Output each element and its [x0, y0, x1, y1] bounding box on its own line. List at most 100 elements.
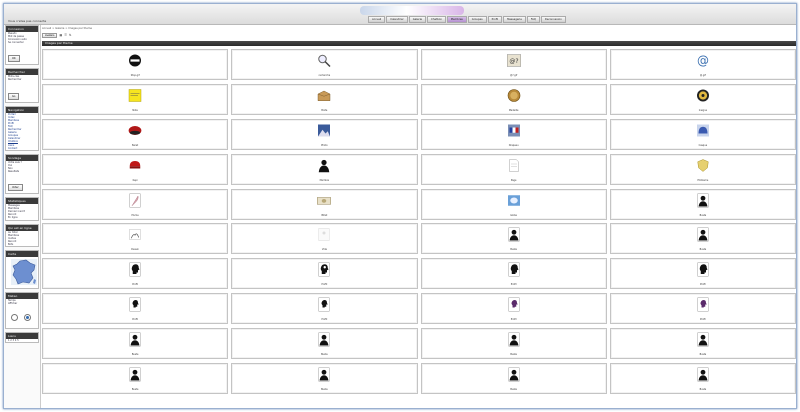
bust-icon[interactable] [128, 367, 143, 382]
gallery-item[interactable]: Profil [42, 293, 229, 325]
red-beret-icon[interactable] [128, 123, 143, 138]
grid-view-icon[interactable]: ▦ [59, 34, 62, 37]
gallery-item[interactable]: Globe [420, 188, 607, 220]
nav-tab-profil[interactable]: Profil [487, 16, 503, 23]
category-select[interactable]: Avatars [42, 33, 58, 39]
gallery-item[interactable]: Profil [420, 258, 607, 290]
gallery-item[interactable]: Profil [609, 258, 796, 290]
gallery-item[interactable]: recherche [231, 49, 418, 80]
nav-tab-faq[interactable]: FAQ [526, 16, 540, 23]
france-map[interactable] [11, 259, 37, 285]
bust-icon[interactable] [128, 332, 143, 347]
gallery-item[interactable]: Embleme [609, 153, 796, 185]
nav-tab-groupes[interactable]: Groupes [467, 16, 487, 23]
bust-icon[interactable] [506, 227, 521, 242]
bust-icon[interactable] [317, 367, 332, 382]
gallery-item[interactable]: Vide [231, 223, 418, 255]
gallery-item[interactable]: Plume [42, 188, 229, 220]
sidebar-button[interactable]: OK [8, 55, 20, 63]
at-sign-icon[interactable]: @ [695, 53, 710, 68]
gallery-item[interactable]: Note [42, 83, 229, 115]
gallery-item[interactable]: Photo [231, 118, 418, 150]
nav-tab-calendrier[interactable]: Calendrier [386, 16, 408, 23]
gallery-item[interactable]: Kepi [42, 153, 229, 185]
head-small-icon[interactable] [317, 297, 332, 312]
bust-icon[interactable] [695, 367, 710, 382]
gallery-item[interactable]: Billet [231, 188, 418, 220]
gold-badge-icon[interactable] [695, 88, 710, 103]
gallery-item[interactable]: Boite [231, 83, 418, 115]
banknote-icon[interactable] [317, 193, 332, 208]
gallery-item[interactable]: Profil [231, 293, 418, 325]
sidebar-button[interactable]: Voter [8, 184, 23, 192]
gallery-item[interactable]: Buste [420, 223, 607, 255]
nav-tab-accueil[interactable]: Accueil [368, 16, 386, 23]
nav-tab-deconnexion[interactable]: Deconnexion [540, 16, 566, 23]
gallery-item[interactable]: Buste [609, 328, 796, 360]
head-profile-icon[interactable] [506, 262, 521, 277]
drawing-icon[interactable] [128, 227, 143, 242]
round-stop-icon[interactable] [128, 53, 143, 68]
bust-icon[interactable] [695, 227, 710, 242]
eye-profile-icon[interactable] [317, 262, 332, 277]
list-view-icon[interactable]: ☰ [64, 34, 67, 37]
gallery-item[interactable]: Buste [42, 363, 229, 395]
gallery-item[interactable]: Buste [609, 363, 796, 395]
bust-icon[interactable] [506, 332, 521, 347]
blank-sheet-icon[interactable] [317, 227, 332, 242]
gallery-item[interactable]: Buste [420, 328, 607, 360]
magnifier-icon[interactable] [317, 53, 332, 68]
helmet-icon[interactable] [695, 123, 710, 138]
silhouette-icon[interactable] [317, 158, 332, 173]
gold-medal-icon[interactable] [506, 88, 521, 103]
sidebar-button[interactable]: Go [8, 92, 20, 100]
gallery-item[interactable]: Medaille [420, 83, 607, 115]
nav-tab-chatbox[interactable]: Chatbox [427, 16, 446, 23]
feather-pen-icon[interactable] [128, 193, 143, 208]
gallery-item[interactable]: Buste [609, 188, 796, 220]
gallery-item[interactable]: Buste [420, 363, 607, 395]
head-purple-icon[interactable] [695, 297, 710, 312]
gallery-item[interactable]: Buste [609, 223, 796, 255]
gallery-item[interactable]: Insigne [609, 83, 796, 115]
gallery-item[interactable]: Profil [231, 258, 418, 290]
nav-tab-galerie[interactable]: Galerie [408, 16, 427, 23]
sort-icon[interactable]: ⇅ [69, 34, 72, 37]
gallery-item[interactable]: Profil [420, 293, 607, 325]
flag-photo-icon[interactable] [506, 123, 521, 138]
sidebar-line[interactable]: Contact [6, 147, 38, 150]
bust-icon[interactable] [695, 332, 710, 347]
gallery-item[interactable]: Stop.gif [42, 49, 229, 80]
head-profile-icon[interactable] [128, 262, 143, 277]
red-cap-icon[interactable] [128, 158, 143, 173]
head-purple-icon[interactable] [506, 297, 521, 312]
photo-blue-icon[interactable] [317, 123, 332, 138]
gallery-item[interactable]: Page [420, 153, 607, 185]
gallery-item[interactable]: @ @.gif [609, 49, 796, 80]
gallery-item[interactable]: Profil [609, 293, 796, 325]
bust-icon[interactable] [506, 367, 521, 382]
at-question-icon[interactable]: @? [506, 53, 521, 68]
nav-tab-membres[interactable]: Membres [446, 16, 467, 23]
weather-radio-selected[interactable] [24, 314, 31, 322]
head-profile-icon[interactable] [695, 262, 710, 277]
gallery-item[interactable]: @? @?.gif [420, 49, 607, 80]
weather-radio[interactable] [11, 314, 18, 322]
yellow-note-icon[interactable] [128, 88, 143, 103]
emblem-icon[interactable] [695, 158, 710, 173]
nav-tab-messagerie[interactable]: Messagerie [503, 16, 526, 23]
paper-sheet-icon[interactable] [506, 158, 521, 173]
gallery-item[interactable]: Dessin [42, 223, 229, 255]
gallery-item[interactable]: Casque [609, 118, 796, 150]
globe-photo-icon[interactable] [506, 193, 521, 208]
gallery-item[interactable]: Drapeau [420, 118, 607, 150]
gallery-item[interactable]: Buste [231, 328, 418, 360]
gallery-item[interactable]: Membre [231, 153, 418, 185]
bust-icon[interactable] [317, 332, 332, 347]
gallery-item[interactable]: Beret [42, 118, 229, 150]
gallery-item[interactable]: Buste [42, 328, 229, 360]
gallery-item[interactable]: Profil [42, 258, 229, 290]
head-small-icon[interactable] [128, 297, 143, 312]
open-box-icon[interactable] [317, 88, 332, 103]
bust-icon[interactable] [695, 193, 710, 208]
